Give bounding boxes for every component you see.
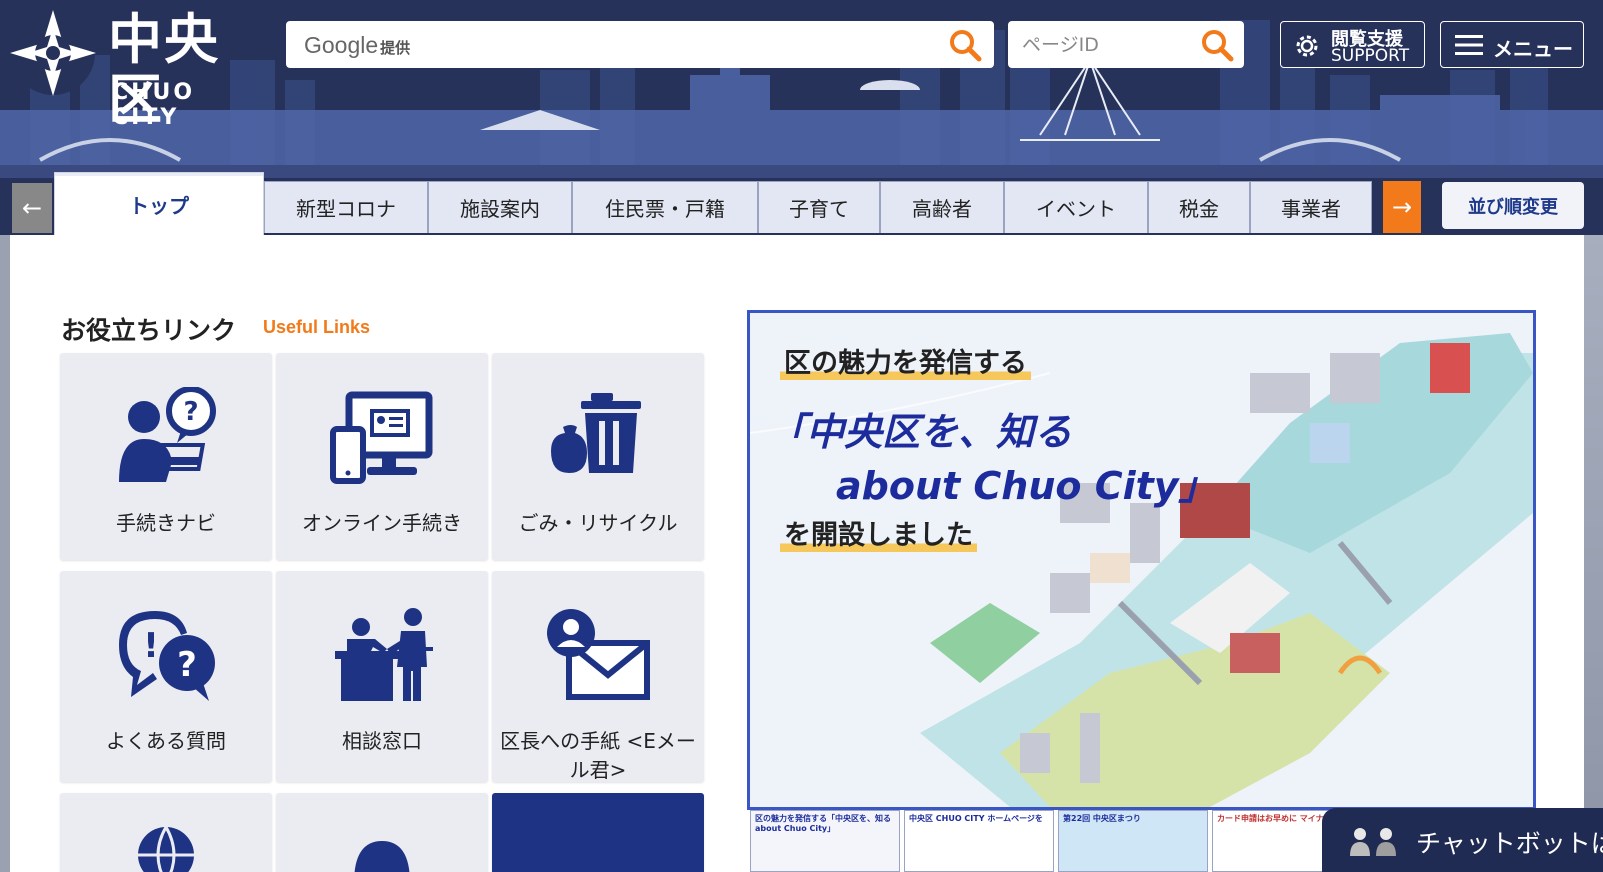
link-tile-partial-3[interactable] bbox=[492, 793, 704, 872]
tab-top[interactable]: トップ bbox=[54, 172, 264, 235]
tab-scroll-right-button[interactable]: → bbox=[1383, 181, 1421, 233]
logo-english-text: CHUO CITY bbox=[112, 80, 196, 130]
tab-label: イベント bbox=[1036, 197, 1116, 221]
chatbot-label: チャットボットは bbox=[1416, 829, 1603, 858]
accessibility-support-button[interactable]: 閲覧支援 SUPPORT bbox=[1280, 21, 1425, 68]
banner-thumbnail-1[interactable]: 区の魅力を発信する「中央区を、知る about Chuo City」 bbox=[750, 810, 900, 872]
support-label-en: SUPPORT bbox=[1331, 46, 1410, 66]
banner-line-1: 区の魅力を発信する bbox=[780, 341, 1031, 380]
sort-order-button[interactable]: 並び順変更 bbox=[1442, 182, 1584, 229]
main-content: お役立ちリンク Useful Links ? 手続きナビ オンライン手続き ごみ… bbox=[10, 235, 1584, 872]
partial-icon bbox=[354, 841, 410, 872]
site-search-box: Google 提供 bbox=[286, 21, 994, 68]
search-provider-label: Google 提供 bbox=[304, 32, 411, 58]
tab-label: 子育て bbox=[789, 197, 849, 221]
tab-label: 税金 bbox=[1179, 197, 1219, 221]
background-strip-left bbox=[0, 235, 10, 872]
chatbot-operators-icon bbox=[1350, 828, 1396, 856]
tile-label: 区長への手紙 <Eメール君> bbox=[500, 729, 696, 782]
tile-label: 相談窓口 bbox=[342, 729, 422, 753]
banner-thumbnail-3[interactable]: 第22回 中央区まつり bbox=[1058, 810, 1208, 872]
tab-scroll-left-button[interactable]: ← bbox=[12, 183, 52, 233]
tab-label: 高齢者 bbox=[912, 197, 972, 221]
page-id-search-box bbox=[1008, 21, 1244, 68]
person-mail-icon bbox=[547, 609, 650, 700]
tab-facilities[interactable]: 施設案内 bbox=[428, 181, 572, 233]
city-map-illustration bbox=[750, 313, 1533, 807]
tile-label: ごみ・リサイクル bbox=[518, 511, 678, 535]
banner-line-4: を開設しました bbox=[780, 513, 977, 552]
tab-childcare[interactable]: 子育て bbox=[758, 181, 880, 233]
page-id-input[interactable] bbox=[1022, 28, 1192, 62]
tab-covid[interactable]: 新型コロナ bbox=[264, 181, 428, 233]
trash-recycle-icon bbox=[551, 393, 641, 473]
arrow-left-icon: ← bbox=[21, 194, 43, 222]
faq-bubble-icon: ! ? bbox=[119, 611, 215, 701]
arrow-right-icon: → bbox=[1391, 193, 1413, 221]
tab-label: トップ bbox=[129, 193, 189, 218]
banner-thumbnails: 区の魅力を発信する「中央区を、知る about Chuo City」 中央区 C… bbox=[750, 810, 1362, 872]
consultation-counter-icon bbox=[335, 608, 433, 701]
menu-label: メニュー bbox=[1493, 37, 1573, 61]
site-logo[interactable]: 中央区 CHUO CITY bbox=[8, 6, 270, 130]
background-strip-right bbox=[1584, 235, 1603, 872]
about-chuo-city-banner[interactable]: 区の魅力を発信する 「中央区を、知る about Chuo City」 を開設し… bbox=[747, 310, 1536, 810]
category-tab-bar: ← トップ 新型コロナ 施設案内 住民票・戸籍 子育て 高齢者 イベント 税金 … bbox=[0, 172, 1603, 235]
tab-label: 住民票・戸籍 bbox=[605, 197, 725, 221]
tile-label: 手続きナビ bbox=[116, 511, 216, 535]
tab-label: 施設案内 bbox=[460, 197, 540, 221]
tab-resident-registry[interactable]: 住民票・戸籍 bbox=[572, 181, 758, 233]
page-id-search-icon[interactable] bbox=[1200, 28, 1234, 62]
link-tile-partial-2[interactable] bbox=[276, 793, 488, 872]
tile-label: オンライン手続き bbox=[302, 511, 462, 535]
hamburger-icon bbox=[1455, 35, 1483, 55]
thumbnail-text: 第22回 中央区まつり bbox=[1063, 814, 1141, 823]
svg-text:?: ? bbox=[183, 397, 198, 427]
search-icon[interactable] bbox=[948, 28, 982, 62]
online-device-icon bbox=[330, 391, 433, 484]
menu-button[interactable]: メニュー bbox=[1440, 21, 1584, 68]
gear-icon bbox=[1296, 35, 1318, 57]
chatbot-launcher[interactable]: チャットボットは bbox=[1322, 808, 1603, 872]
link-tile-consultation[interactable]: 相談窓口 bbox=[276, 571, 488, 782]
tab-elderly[interactable]: 高齢者 bbox=[880, 181, 1004, 233]
link-tile-faq[interactable]: ! ? よくある質問 bbox=[60, 571, 272, 782]
link-tile-partial-1[interactable] bbox=[60, 793, 272, 872]
thumbnail-text: 区の魅力を発信する「中央区を、知る about Chuo City」 bbox=[755, 814, 891, 833]
tab-business[interactable]: 事業者 bbox=[1250, 181, 1372, 233]
tile-label: よくある質問 bbox=[106, 729, 226, 753]
globe-icon bbox=[138, 826, 194, 872]
person-question-icon: ? bbox=[119, 387, 216, 482]
link-tile-procedure-navi[interactable]: ? 手続きナビ bbox=[60, 353, 272, 560]
tab-label: 新型コロナ bbox=[296, 197, 396, 221]
site-header: 中央区 CHUO CITY Google提供 閲覧支援 SUPPORT メニュー bbox=[0, 0, 1603, 178]
banner-line-2: 「中央区を、知る bbox=[768, 410, 1073, 454]
banner-thumbnail-2[interactable]: 中央区 CHUO CITY ホームページを bbox=[904, 810, 1054, 872]
svg-text:!: ! bbox=[143, 626, 159, 666]
chuo-emblem-icon bbox=[10, 10, 96, 96]
useful-links-title: お役立ちリンク bbox=[61, 316, 237, 345]
thumbnail-text: 中央区 CHUO CITY ホームページを bbox=[909, 814, 1043, 823]
useful-links-subtitle: Useful Links bbox=[263, 317, 371, 337]
tab-taxes[interactable]: 税金 bbox=[1148, 181, 1250, 233]
link-tile-letter-to-mayor[interactable]: 区長への手紙 <Eメール君> bbox=[492, 571, 704, 782]
link-tile-online-procedure[interactable]: オンライン手続き bbox=[276, 353, 488, 560]
tab-label: 事業者 bbox=[1281, 197, 1341, 221]
search-input[interactable] bbox=[446, 27, 926, 61]
banner-line-3: about Chuo City」 bbox=[836, 464, 1217, 508]
link-tile-garbage-recycle[interactable]: ごみ・リサイクル bbox=[492, 353, 704, 560]
svg-text:?: ? bbox=[177, 645, 197, 685]
tab-events[interactable]: イベント bbox=[1004, 181, 1148, 233]
